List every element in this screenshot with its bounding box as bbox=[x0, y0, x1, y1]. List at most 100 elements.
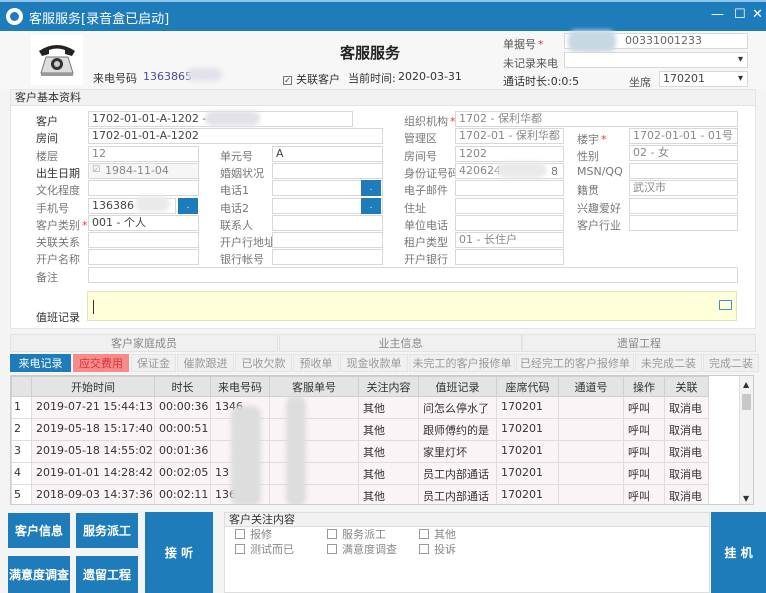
building-field[interactable]: 1702-01-01 - 01号 bbox=[629, 128, 738, 144]
tab-unfinished-decoration[interactable]: 未完成二装 bbox=[635, 354, 702, 372]
table-cell[interactable]: 取消电 bbox=[664, 484, 709, 504]
scroll-down-icon[interactable]: ▼ bbox=[743, 494, 749, 503]
table-row[interactable]: 4 2019-01-01 14:28:42 00:02:05 13 其他 员工内部通话 17… bbox=[11, 462, 709, 485]
focus-option-repair[interactable]: 报修 bbox=[235, 526, 272, 542]
cust-type-label: 客户类别 bbox=[36, 217, 88, 233]
bank-account-field[interactable] bbox=[272, 249, 383, 265]
phone2-dial-button[interactable]: . bbox=[361, 198, 381, 214]
tab-finished-decoration[interactable]: 完成二装 bbox=[703, 354, 759, 372]
table-cell[interactable]: 呼叫 bbox=[623, 440, 665, 463]
tab-collection-followup[interactable]: 催款跟进 bbox=[177, 354, 234, 372]
industry-field[interactable] bbox=[629, 215, 738, 231]
unrecorded-call-select[interactable] bbox=[564, 52, 748, 68]
tab-prepaid[interactable]: 预收单 bbox=[293, 354, 339, 372]
tab-deposit[interactable]: 保证金 bbox=[131, 354, 176, 372]
table-cell[interactable]: 取消电 bbox=[664, 440, 709, 463]
table-cell[interactable]: 呼叫 bbox=[623, 484, 665, 504]
birth-date-field[interactable]: 1984-11-04 bbox=[88, 163, 199, 179]
table-row[interactable]: 3 2019-05-18 14:55:02 00:01:36 其他 家里灯坏 170201… bbox=[11, 440, 709, 463]
msn-field[interactable] bbox=[629, 163, 738, 179]
service-dispatch-button[interactable]: 服务派工 bbox=[76, 513, 138, 548]
native-field[interactable]: 武汉市 bbox=[629, 180, 738, 196]
room-field[interactable]: 1702-01-01-A-1202 bbox=[88, 128, 383, 144]
link-customer-checkbox[interactable]: ✓ 关联客户 bbox=[283, 71, 340, 87]
table-cell[interactable]: 取消电 bbox=[664, 418, 709, 441]
table-cell: 5 bbox=[11, 484, 32, 504]
table-cell[interactable]: 呼叫 bbox=[623, 396, 665, 419]
col-header[interactable]: 客服单号 bbox=[269, 376, 359, 397]
scroll-up-icon[interactable]: ▲ bbox=[743, 380, 749, 389]
tab-unfinished-repairs[interactable]: 未完工的客户报修单 bbox=[409, 354, 515, 372]
education-field[interactable] bbox=[88, 180, 199, 196]
hobby-field[interactable] bbox=[629, 198, 738, 214]
table-row[interactable]: 1 2019-07-21 15:44:13 00:00:36 1346 其他 问怎么停水了… bbox=[11, 396, 709, 419]
remark-field[interactable] bbox=[88, 267, 738, 283]
maximize-button[interactable]: ☐ bbox=[734, 7, 746, 22]
email-field[interactable] bbox=[455, 180, 564, 196]
tab-payable-fees[interactable]: 应交费用 bbox=[73, 354, 129, 372]
floor-field[interactable]: 12 bbox=[88, 146, 199, 162]
focus-option-other[interactable]: 其他 bbox=[419, 526, 456, 542]
table-scrollbar[interactable]: ▲ ▼ bbox=[739, 376, 753, 504]
gender-field[interactable]: 02 - 女 bbox=[629, 145, 738, 161]
folder-open-icon[interactable] bbox=[719, 300, 732, 310]
relation-field[interactable] bbox=[88, 232, 199, 248]
marital-field[interactable] bbox=[272, 163, 383, 179]
account-name-field[interactable] bbox=[88, 249, 199, 265]
hangup-button[interactable]: 挂 机 bbox=[711, 512, 766, 593]
close-button[interactable]: ✕ bbox=[752, 7, 763, 22]
room-no-field[interactable]: 1202 bbox=[455, 146, 564, 162]
contact-field[interactable] bbox=[272, 215, 383, 231]
tab-legacy-project[interactable]: 遗留工程 bbox=[522, 334, 756, 352]
focus-option-satisfaction[interactable]: 满意度调查 bbox=[327, 541, 397, 557]
col-header[interactable]: 操作 bbox=[623, 376, 665, 397]
focus-option-test[interactable]: 测试而已 bbox=[235, 541, 294, 557]
col-header[interactable]: 关联 bbox=[664, 376, 709, 397]
address-field[interactable] bbox=[455, 198, 564, 214]
col-header[interactable]: 座席代码 bbox=[496, 376, 559, 397]
col-header[interactable]: 开始时间 bbox=[31, 376, 155, 397]
bank-field[interactable] bbox=[455, 249, 564, 265]
tab-cash-receipt[interactable]: 现金收款单 bbox=[340, 354, 408, 372]
bank-address-field[interactable] bbox=[272, 232, 383, 248]
mgmt-area-field[interactable]: 1702-01 - 保利华都 bbox=[455, 128, 564, 144]
tab-finished-repairs[interactable]: 已经完工的客户报修单 bbox=[516, 354, 634, 372]
tab-received-arrears[interactable]: 已收欠款 bbox=[235, 354, 292, 372]
col-header[interactable]: 来电号码 bbox=[210, 376, 270, 397]
col-header[interactable]: 关注内容 bbox=[358, 376, 419, 397]
customer-info-button[interactable]: 客户信息 bbox=[8, 513, 70, 548]
tab-call-records[interactable]: 来电记录 bbox=[10, 354, 71, 372]
duty-log-input[interactable] bbox=[87, 291, 737, 321]
minimize-button[interactable]: — bbox=[711, 7, 724, 22]
phone1-dial-button[interactable]: . bbox=[361, 180, 381, 196]
answer-button[interactable]: 接 听 bbox=[145, 512, 213, 593]
table-cell[interactable]: 呼叫 bbox=[623, 418, 665, 441]
cust-type-field[interactable]: 001 - 个人 bbox=[88, 215, 199, 231]
mobile-dial-button[interactable]: . bbox=[178, 198, 198, 214]
work-phone-field[interactable] bbox=[455, 215, 564, 231]
scrollbar-thumb[interactable] bbox=[742, 394, 751, 410]
focus-option-dispatch[interactable]: 服务派工 bbox=[327, 526, 386, 542]
table-cell[interactable]: 取消电 bbox=[664, 462, 709, 485]
table-row[interactable]: 5 2018-09-03 14:37:36 00:02:11 136 其他 员工内部通话 1… bbox=[11, 484, 709, 504]
tab-family-members[interactable]: 客户家庭成员 bbox=[10, 334, 278, 352]
unit-no-field[interactable]: A bbox=[272, 146, 383, 162]
table-row[interactable]: 2 2019-05-18 15:17:40 00:00:51 其他 跟师傅约的是 1702… bbox=[11, 418, 709, 441]
seat-select[interactable]: 170201 bbox=[659, 71, 748, 87]
table-cell[interactable]: 取消电 bbox=[664, 396, 709, 419]
table-cell[interactable]: 呼叫 bbox=[623, 462, 665, 485]
col-header[interactable]: 值班记录 bbox=[418, 376, 497, 397]
birth-date-checkbox-icon[interactable]: ☑ bbox=[92, 165, 100, 175]
redaction bbox=[497, 162, 547, 178]
table-cell: 1 bbox=[11, 396, 32, 419]
tenant-type-field[interactable]: 01 - 长住户 bbox=[455, 232, 564, 248]
satisfaction-survey-button[interactable]: 满意度调查 bbox=[8, 556, 70, 593]
col-header[interactable]: 通道号 bbox=[558, 376, 624, 397]
address-label: 住址 bbox=[404, 202, 426, 215]
focus-option-complaint[interactable]: 投诉 bbox=[419, 541, 456, 557]
legacy-project-button[interactable]: 遗留工程 bbox=[76, 556, 138, 593]
id-no-tail: 8 bbox=[551, 165, 558, 178]
org-field[interactable]: 1702 - 保利华都 bbox=[455, 111, 738, 127]
col-header[interactable]: 时长 bbox=[154, 376, 211, 397]
tab-owner-info[interactable]: 业主信息 bbox=[279, 334, 522, 352]
